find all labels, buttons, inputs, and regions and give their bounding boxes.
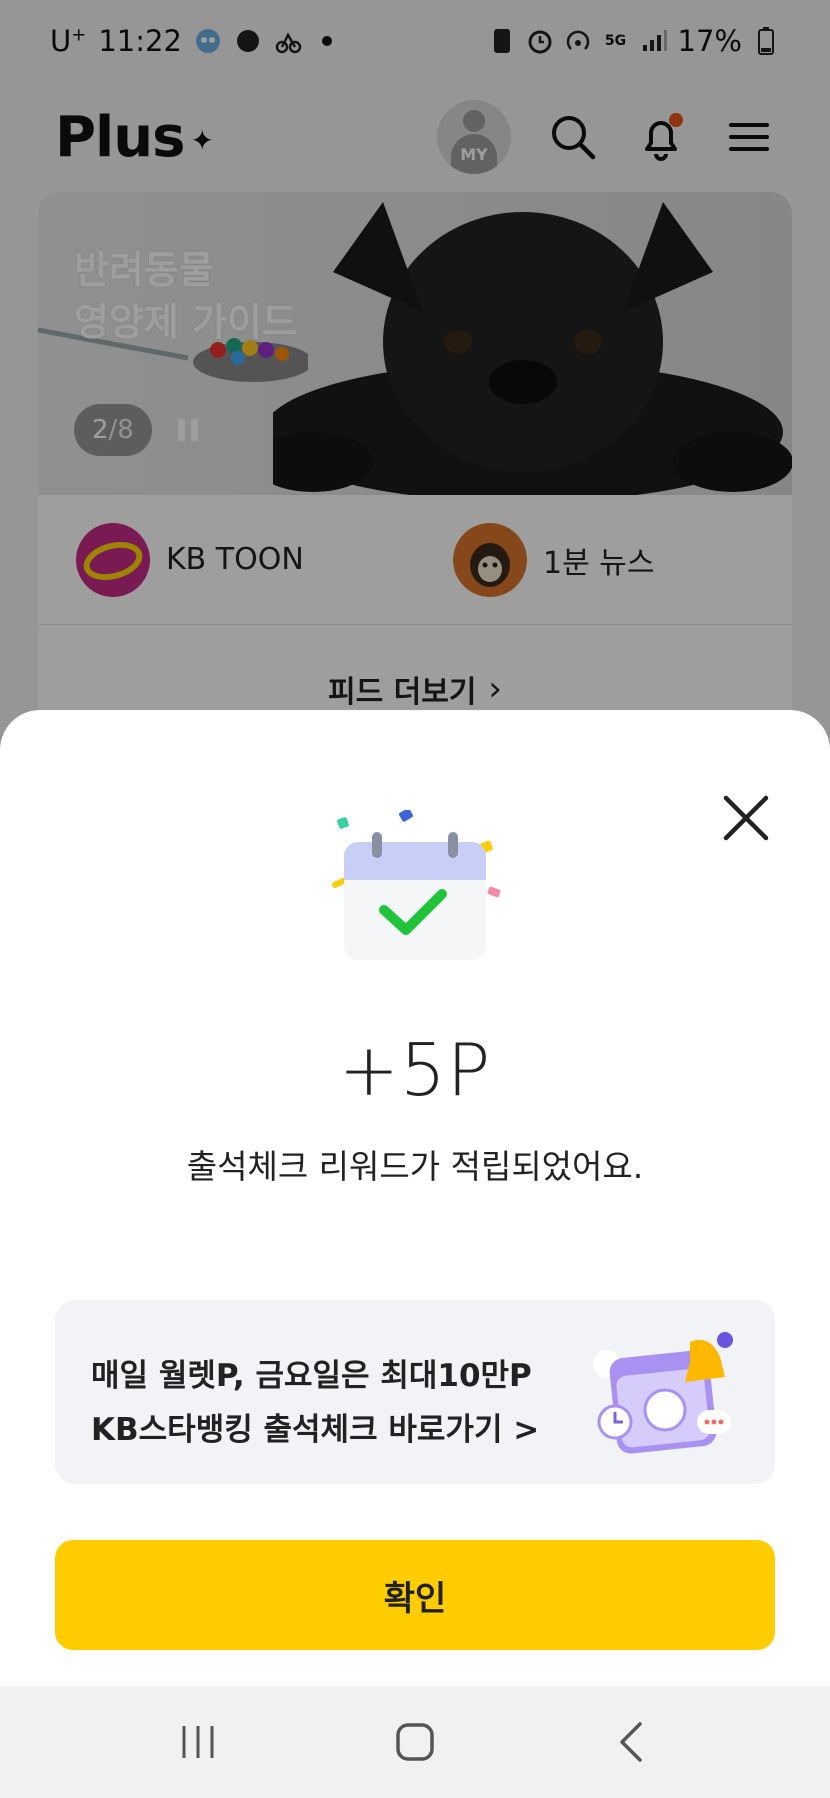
confirm-button[interactable]: 확인 bbox=[55, 1540, 775, 1650]
attendance-reward-sheet: +5P 출석체크 리워드가 적립되었어요. 매일 월렛P, 금요일은 최대10만… bbox=[0, 710, 830, 1686]
promo-line1: 매일 월렛P, 금요일은 최대10만P bbox=[91, 1358, 532, 1394]
recent-apps-icon[interactable] bbox=[158, 1702, 238, 1782]
home-icon[interactable] bbox=[375, 1702, 455, 1782]
reward-points: +5P bbox=[338, 1028, 492, 1112]
close-icon[interactable] bbox=[716, 788, 776, 848]
calendar-check-icon bbox=[332, 810, 501, 960]
calendar-bell-illustration bbox=[593, 1332, 733, 1454]
kb-starbanking-promo[interactable]: 매일 월렛P, 금요일은 최대10만P KB스타뱅킹 출석체크 바로가기 > bbox=[55, 1300, 775, 1484]
system-nav-bar bbox=[0, 1686, 830, 1798]
promo-link[interactable]: KB스타뱅킹 출석체크 바로가기 > bbox=[91, 1404, 539, 1449]
back-icon[interactable] bbox=[592, 1702, 672, 1782]
reward-message: 출석체크 리워드가 적립되었어요. bbox=[186, 1147, 644, 1186]
